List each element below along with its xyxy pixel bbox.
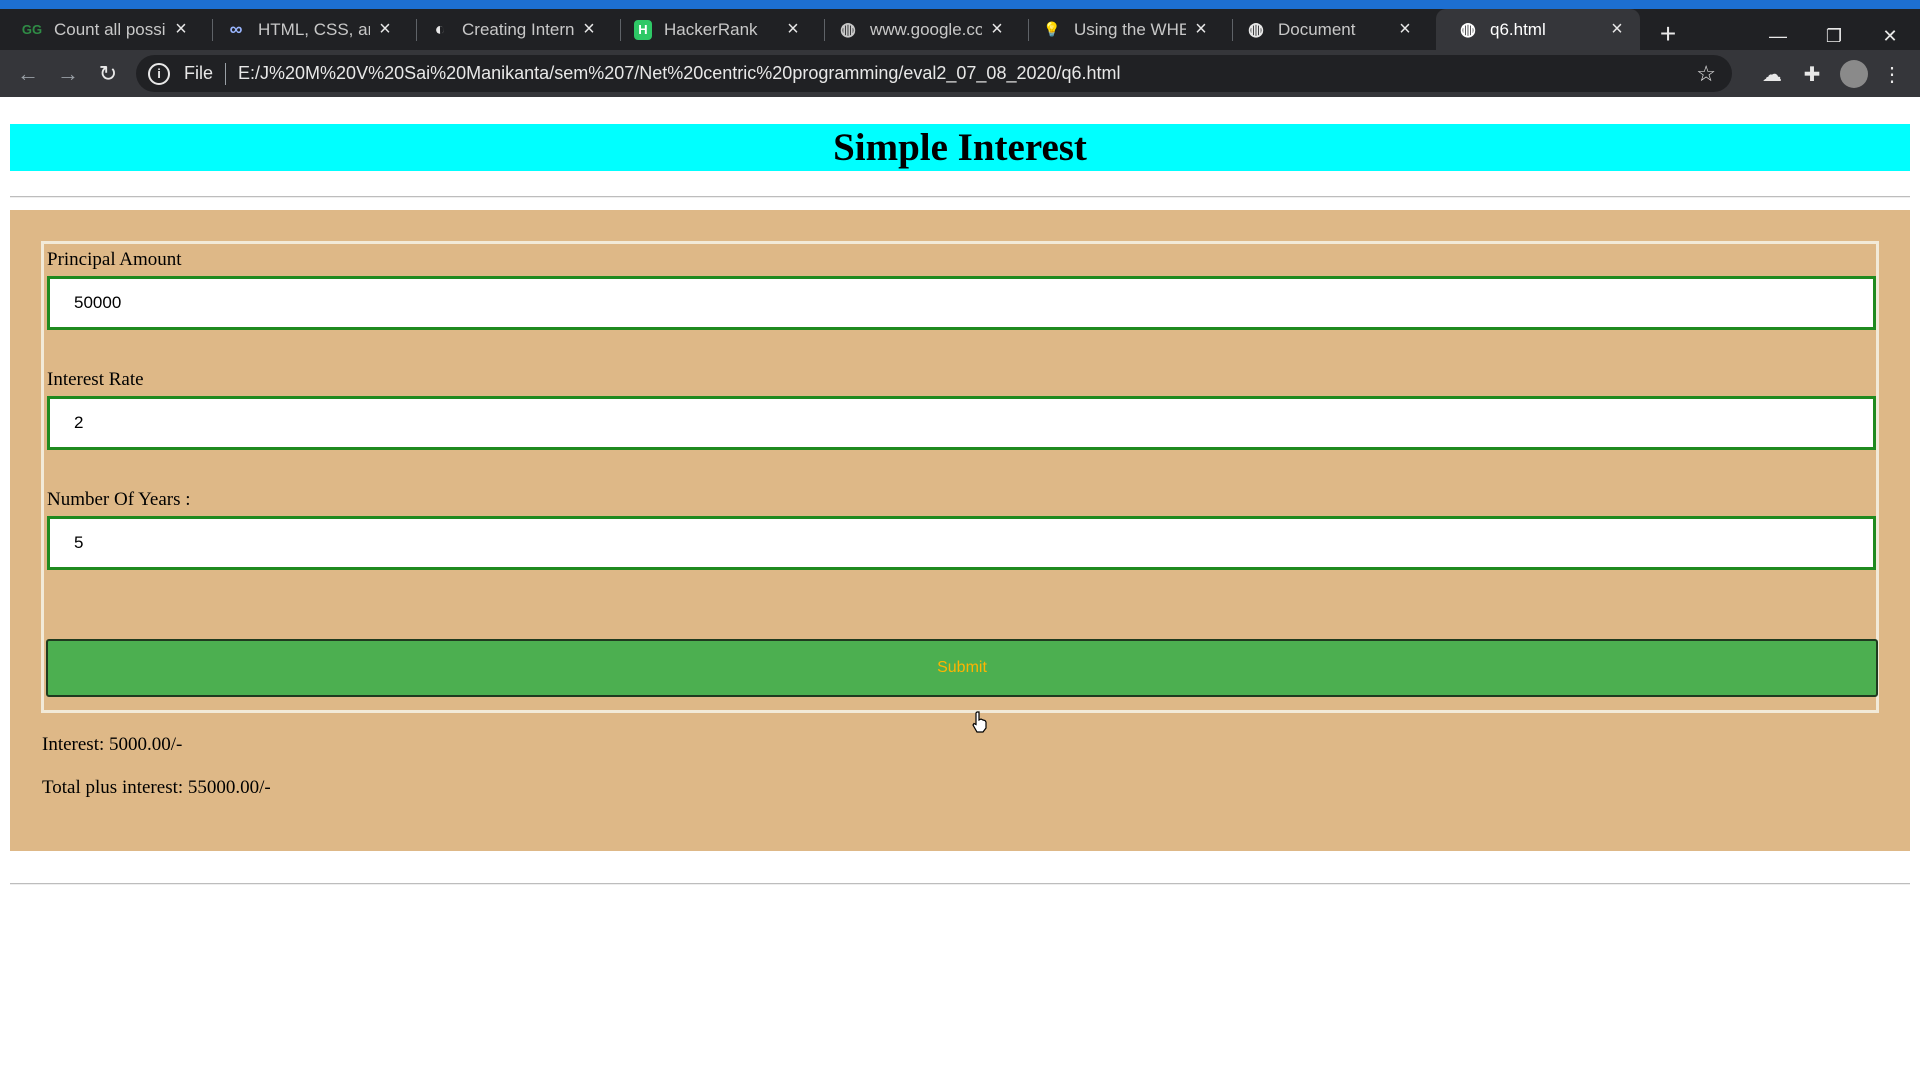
reload-icon[interactable]: ↻ [90, 56, 126, 92]
close-icon[interactable]: × [1186, 18, 1216, 41]
close-icon[interactable]: × [1602, 18, 1632, 41]
tab-hackerrank[interactable]: H HackerRank × [612, 9, 816, 50]
close-window-icon[interactable]: ✕ [1862, 18, 1918, 54]
page-viewport: Simple Interest Principal Amount Interes… [0, 97, 1920, 1080]
tab-count-all-possible[interactable]: GG Count all possible × [0, 9, 204, 50]
interest-result: Interest: 5000.00/- [42, 734, 183, 755]
address-url[interactable]: E:/J%20M%20V%20Sai%20Manikanta/sem%207/N… [238, 63, 1121, 84]
site-icon: ◐ [434, 19, 446, 39]
puzzle-extensions-icon[interactable]: ✚ [1796, 58, 1828, 90]
tab-google[interactable]: ◍ www.google.com × [816, 9, 1020, 50]
close-icon[interactable]: × [166, 18, 196, 41]
divider-top [10, 196, 1910, 198]
codepen-icon: ∞ [229, 19, 243, 39]
tab-using-the-where[interactable]: 💡 Using the WHERE × [1020, 9, 1224, 50]
window-top-accent [0, 0, 1920, 9]
forward-icon[interactable]: → [50, 56, 86, 92]
globe-icon: ◍ [1460, 19, 1476, 39]
bookmark-star-icon[interactable]: ☆ [1696, 61, 1716, 87]
close-icon[interactable]: × [778, 18, 808, 41]
tab-title: Count all possible [54, 19, 166, 39]
heading-band: Simple Interest [10, 124, 1910, 171]
close-icon[interactable]: × [370, 18, 400, 41]
address-bar[interactable]: i File E:/J%20M%20V%20Sai%20Manikanta/se… [136, 55, 1732, 92]
years-input[interactable] [47, 516, 1876, 570]
close-icon[interactable]: × [1390, 18, 1420, 41]
interest-form: Principal Amount Interest Rate Number Of… [41, 241, 1879, 733]
divider-bottom [10, 883, 1910, 885]
tab-title: HTML, CSS, and Ja [258, 19, 370, 39]
profile-avatar[interactable] [1840, 60, 1868, 88]
tab-title: www.google.com [870, 19, 982, 39]
menu-kebab-icon[interactable]: ⋮ [1876, 58, 1908, 90]
tab-title: q6.html [1490, 19, 1546, 39]
tab-q6-html[interactable]: ◍ q6.html × [1436, 9, 1640, 50]
submit-button[interactable]: Submit [46, 639, 1878, 697]
tab-document[interactable]: ◍ Document × [1224, 9, 1428, 50]
tab-title: HackerRank [664, 19, 758, 39]
close-icon[interactable]: × [982, 18, 1012, 41]
rate-input[interactable] [47, 396, 1876, 450]
globe-icon: ◍ [1248, 19, 1264, 39]
tab-html-css[interactable]: ∞ HTML, CSS, and Ja × [204, 9, 408, 50]
extension-icon[interactable]: ☁ [1756, 58, 1788, 90]
minimize-icon[interactable]: — [1750, 18, 1806, 54]
globe-icon: ◍ [840, 19, 856, 39]
hackerrank-icon: H [634, 19, 652, 40]
address-divider [225, 62, 227, 85]
tab-title: Creating Internal & [462, 19, 574, 39]
hand-cursor-icon [972, 711, 987, 733]
geeksforgeeks-icon: GG [21, 22, 43, 37]
lightbulb-icon: 💡 [1043, 21, 1061, 37]
tab-title: Document [1278, 19, 1356, 39]
principal-label: Principal Amount [47, 249, 182, 270]
browser-toolbar: ← → ↻ i File E:/J%20M%20V%20Sai%20Manika… [0, 50, 1920, 97]
close-icon[interactable]: × [574, 18, 604, 41]
info-icon[interactable]: i [148, 62, 170, 85]
rate-label: Interest Rate [47, 369, 144, 390]
restore-icon[interactable]: ❐ [1806, 18, 1862, 54]
years-label: Number Of Years : [47, 489, 191, 510]
interest-panel: Principal Amount Interest Rate Number Of… [10, 210, 1910, 851]
back-icon[interactable]: ← [10, 56, 46, 92]
new-tab-button[interactable]: + [1650, 18, 1686, 50]
tab-title: Using the WHERE [1074, 19, 1186, 39]
tab-creating-internal[interactable]: ◐ Creating Internal & × [408, 9, 612, 50]
total-result: Total plus interest: 55000.00/- [42, 777, 271, 798]
principal-input[interactable] [47, 276, 1876, 330]
page-title: Simple Interest [833, 126, 1087, 169]
address-scheme: File [184, 63, 214, 83]
tab-strip: GG Count all possible × ∞ HTML, CSS, and… [0, 9, 1920, 50]
